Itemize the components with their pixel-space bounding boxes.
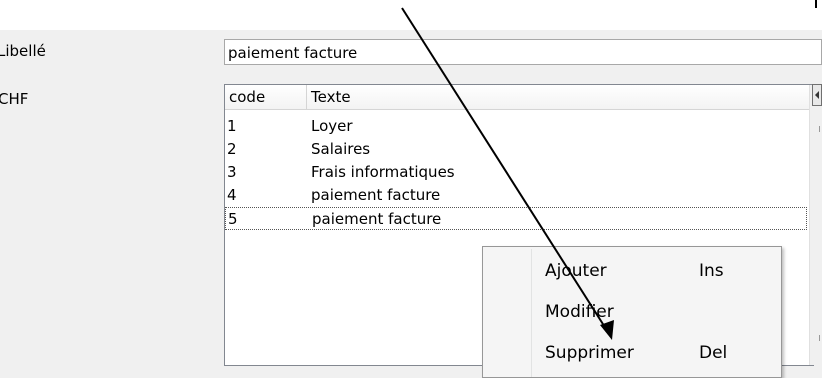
cell-code: 5 (228, 210, 238, 228)
table-row[interactable]: 4 paiement facture (225, 184, 807, 207)
cell-texte: Frais informatiques (311, 163, 455, 181)
column-header-texte[interactable]: Texte (307, 85, 807, 109)
edge-mark (815, 0, 817, 8)
menu-item-shortcut: Ins (699, 261, 724, 281)
scroll-left-icon (815, 91, 819, 99)
cell-texte: paiement facture (311, 186, 441, 204)
cell-texte: Salaires (311, 140, 371, 158)
vertical-scrollbar[interactable] (809, 85, 818, 365)
cell-texte: paiement facture (312, 210, 442, 228)
cell-code: 1 (227, 117, 237, 135)
menu-item-shortcut: Del (699, 343, 728, 363)
libelle-combobox[interactable]: paiement facture (224, 39, 822, 65)
chf-label: CHF (0, 90, 29, 108)
scroll-tick (819, 126, 820, 132)
menu-item-ajouter[interactable]: Ajouter Ins (485, 251, 779, 291)
libelle-label: Libellé (0, 42, 46, 60)
menu-item-supprimer[interactable]: Supprimer Del (485, 333, 779, 373)
combo-value: paiement facture (228, 44, 358, 62)
menu-item-modifier[interactable]: Modifier (485, 292, 779, 332)
context-menu: Ajouter Ins Modifier Supprimer Del (482, 246, 782, 378)
table-row[interactable]: 2 Salaires (225, 138, 807, 161)
table-row[interactable]: 1 Loyer (225, 115, 807, 138)
scroll-tick (819, 335, 820, 341)
table-row[interactable]: 3 Frais informatiques (225, 161, 807, 184)
cell-code: 2 (227, 140, 237, 158)
table-row-selected[interactable]: 5 paiement facture (225, 207, 807, 230)
column-header-code[interactable]: code (225, 85, 307, 109)
cell-code: 4 (227, 186, 237, 204)
menu-item-label: Supprimer (545, 343, 634, 363)
menu-item-label: Modifier (545, 302, 614, 322)
scroll-left-button[interactable] (812, 84, 822, 106)
cell-texte: Loyer (311, 117, 353, 135)
menu-item-label: Ajouter (545, 261, 607, 281)
grid-header: code Texte (225, 85, 813, 110)
cell-code: 3 (227, 163, 237, 181)
